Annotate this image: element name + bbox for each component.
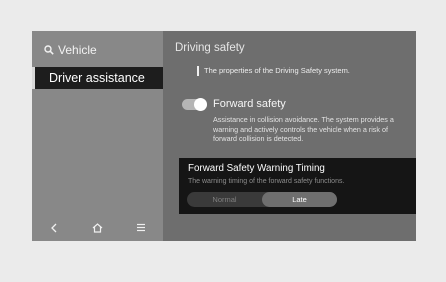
timing-option-normal[interactable]: Normal: [187, 192, 262, 207]
home-icon[interactable]: [87, 218, 107, 238]
menu-icon[interactable]: [131, 218, 151, 238]
forward-safety-toggle[interactable]: [182, 98, 207, 111]
toggle-knob: [194, 98, 207, 111]
warning-timing-title: Forward Safety Warning Timing: [188, 163, 325, 174]
sidebar-header[interactable]: Vehicle: [44, 41, 97, 59]
infotainment-screen: Vehicle Driver assistance Driving safety…: [32, 31, 416, 241]
bottom-nav-bar: [32, 214, 163, 241]
sidebar-item-label: Driver assistance: [49, 71, 145, 85]
sidebar-item-driver-assistance[interactable]: Driver assistance: [32, 67, 163, 89]
page-description: The properties of the Driving Safety sys…: [197, 66, 350, 76]
search-icon: [44, 45, 54, 55]
warning-timing-panel: Forward Safety Warning Timing The warnin…: [179, 158, 416, 214]
sidebar: Vehicle Driver assistance: [32, 31, 163, 241]
sidebar-header-label: Vehicle: [58, 43, 97, 57]
forward-safety-description: Assistance in collision avoidance. The s…: [213, 115, 394, 143]
back-icon[interactable]: [44, 218, 64, 238]
timing-option-late[interactable]: Late: [262, 192, 337, 207]
forward-safety-label: Forward safety: [213, 98, 286, 110]
warning-timing-description: The warning timing of the forward safety…: [188, 178, 345, 185]
warning-timing-selector: Normal Late: [187, 192, 337, 207]
page-title: Driving safety: [175, 42, 245, 54]
